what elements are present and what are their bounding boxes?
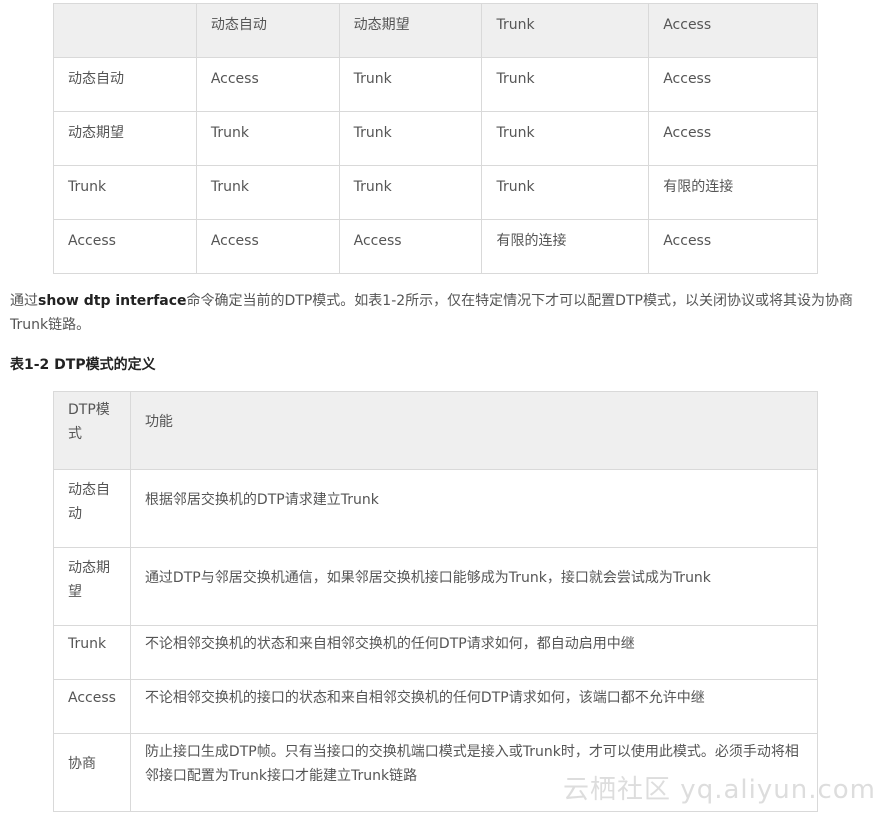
- table-row: 动态自动 根据邻居交换机的DTP请求建立Trunk: [53, 469, 819, 548]
- table-cell: Trunk: [195, 111, 340, 166]
- table-cell: 动态自动: [53, 469, 131, 548]
- table-row: 动态期望 Trunk Trunk Trunk Access: [53, 111, 818, 166]
- table-cell: Trunk: [481, 165, 650, 220]
- table-cell: DTP模式: [53, 391, 131, 470]
- table-row: 动态期望 通过DTP与邻居交换机通信，如果邻居交换机接口能够成为Trunk，接口…: [53, 547, 819, 626]
- table-cell: 协商: [53, 733, 131, 812]
- dtp-result-table: 动态自动 动态期望 Trunk Access 动态自动 Access Trunk…: [53, 3, 818, 274]
- table-cell: Trunk: [338, 165, 483, 220]
- dtp-mode-definition-table: DTP模式 功能 动态自动 根据邻居交换机的DTP请求建立Trunk 动态期望 …: [53, 391, 819, 812]
- table-cell: Access: [195, 219, 340, 274]
- table-cell: 不论相邻交换机的状态和来自相邻交换机的任何DTP请求如何，都自动启用中继: [129, 625, 819, 680]
- table-cell: 功能: [129, 391, 819, 470]
- table-cell: 动态期望: [338, 3, 483, 58]
- table-cell: Access: [648, 111, 818, 166]
- table-row: Trunk 不论相邻交换机的状态和来自相邻交换机的任何DTP请求如何，都自动启用…: [53, 625, 819, 680]
- table-cell: Trunk: [338, 57, 483, 112]
- table-cell: Trunk: [53, 165, 197, 220]
- command-text: show dtp interface: [38, 293, 187, 309]
- table-cell: 根据邻居交换机的DTP请求建立Trunk: [129, 469, 819, 548]
- table-cell: 动态自动: [53, 57, 197, 112]
- table-cell: 动态期望: [53, 547, 131, 626]
- table-cell: 动态期望: [53, 111, 197, 166]
- watermark-text: 云栖社区 yq.aliyun.com: [563, 775, 876, 805]
- table-cell: [53, 3, 197, 58]
- table-cell: Trunk: [481, 111, 650, 166]
- table-row: Trunk Trunk Trunk Trunk 有限的连接: [53, 165, 818, 220]
- table-cell: Trunk: [195, 165, 340, 220]
- table-header-row: DTP模式 功能: [53, 391, 819, 470]
- table-row: Access 不论相邻交换机的接口的状态和来自相邻交换机的任何DTP请求如何，该…: [53, 679, 819, 734]
- table-cell: Access: [195, 57, 340, 112]
- table-cell: Trunk: [481, 57, 650, 112]
- table-cell: Access: [53, 679, 131, 734]
- table-header-row: 动态自动 动态期望 Trunk Access: [53, 3, 818, 58]
- paragraph-prefix: 通过: [10, 293, 38, 309]
- table-cell: 不论相邻交换机的接口的状态和来自相邻交换机的任何DTP请求如何，该端口都不允许中…: [129, 679, 819, 734]
- table-cell: Trunk: [338, 111, 483, 166]
- table-caption: 表1-2 DTP模式的定义: [10, 357, 156, 373]
- table-cell: Access: [648, 219, 818, 274]
- table-cell: 有限的连接: [481, 219, 650, 274]
- table-cell: Access: [648, 57, 818, 112]
- table-cell: 有限的连接: [648, 165, 818, 220]
- table-cell: Trunk: [481, 3, 650, 58]
- table-cell: Trunk: [53, 625, 131, 680]
- body-paragraph: 通过show dtp interface命令确定当前的DTP模式。如表1-2所示…: [10, 289, 880, 337]
- table-cell: Access: [648, 3, 818, 58]
- table-cell: 动态自动: [195, 3, 340, 58]
- table-cell: Access: [53, 219, 197, 274]
- table-row: Access Access Access 有限的连接 Access: [53, 219, 818, 274]
- table-row: 动态自动 Access Trunk Trunk Access: [53, 57, 818, 112]
- table-cell: Access: [338, 219, 483, 274]
- table-cell: 通过DTP与邻居交换机通信，如果邻居交换机接口能够成为Trunk，接口就会尝试成…: [129, 547, 819, 626]
